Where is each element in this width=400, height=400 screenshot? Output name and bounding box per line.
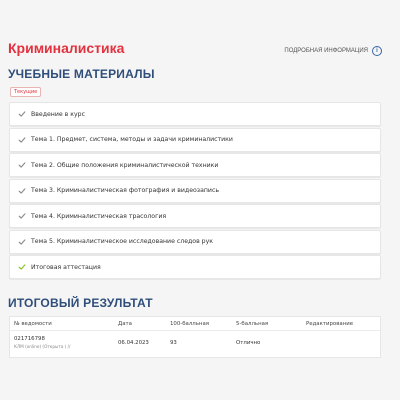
lesson-label: Тема 3. Криминалистическая фотография и … xyxy=(31,187,219,194)
lesson-label: Итоговая аттестация xyxy=(31,263,101,271)
result-heading: ИТОГОВЫЙ РЕЗУЛЬТАТ xyxy=(8,296,153,310)
lesson-label: Тема 5. Криминалистическое исследование … xyxy=(31,238,214,245)
lesson-label: Тема 2. Общие положения криминалистическ… xyxy=(31,161,219,169)
lesson-item-intro[interactable]: Введение в курс xyxy=(9,102,381,126)
lesson-label: Тема 4. Криминалистическая трасология xyxy=(31,212,167,220)
result-date: 06.04.2023 xyxy=(118,340,149,346)
column-header-score-100: 100-балльная xyxy=(170,321,210,327)
column-header-sheet-number: № ведомости xyxy=(14,321,52,327)
tab-current[interactable]: Текущие xyxy=(10,87,42,97)
info-circle-icon[interactable]: i xyxy=(372,46,382,56)
lesson-item-topic-4[interactable]: Тема 4. Криминалистическая трасология xyxy=(9,204,381,228)
lesson-item-topic-1[interactable]: Тема 1. Предмет, система, методы и задач… xyxy=(9,127,381,152)
lesson-item-topic-2[interactable]: Тема 2. Общие положения криминалистическ… xyxy=(9,153,381,177)
score-5: Отлично xyxy=(236,340,261,346)
materials-heading: УЧЕБНЫЕ МАТЕРИАЛЫ xyxy=(8,67,155,81)
lesson-item-topic-5[interactable]: Тема 5. Криминалистическое исследование … xyxy=(9,229,381,254)
score-100: 93 xyxy=(170,340,177,346)
column-header-edit: Редактирование xyxy=(306,321,354,327)
check-icon xyxy=(18,136,26,143)
check-icon xyxy=(18,187,26,194)
more-info-label: ПОДРОБНАЯ ИНФОРМАЦИЯ xyxy=(284,48,368,54)
column-header-score-5: 5-балльная xyxy=(236,321,269,327)
results-table: № ведомости Дата 100-балльная 5-балльная… xyxy=(9,316,381,358)
course-title: Криминалистика xyxy=(8,40,125,56)
check-icon xyxy=(18,264,26,270)
table-header: № ведомости Дата 100-балльная 5-балльная… xyxy=(10,317,380,331)
sheet-info: КЛМ (online) (Открыта ) // xyxy=(14,344,71,349)
check-icon xyxy=(18,213,26,219)
lesson-list: Введение в курс Тема 1. Предмет, система… xyxy=(9,102,381,281)
column-header-date: Дата xyxy=(118,321,132,327)
table-row: 021716798 КЛМ (online) (Открыта ) // 06.… xyxy=(10,331,380,357)
lesson-item-topic-3[interactable]: Тема 3. Криминалистическая фотография и … xyxy=(9,178,381,203)
lesson-label: Введение в курс xyxy=(31,110,85,118)
more-info-link[interactable]: ПОДРОБНАЯ ИНФОРМАЦИЯ i xyxy=(284,46,382,56)
check-icon xyxy=(18,162,26,168)
check-icon xyxy=(18,111,26,117)
lesson-item-final-attestation[interactable]: Итоговая аттестация xyxy=(9,255,381,279)
sheet-number: 021716798 xyxy=(14,336,45,342)
check-icon xyxy=(18,238,26,245)
lesson-label: Тема 1. Предмет, система, методы и задач… xyxy=(31,136,233,143)
